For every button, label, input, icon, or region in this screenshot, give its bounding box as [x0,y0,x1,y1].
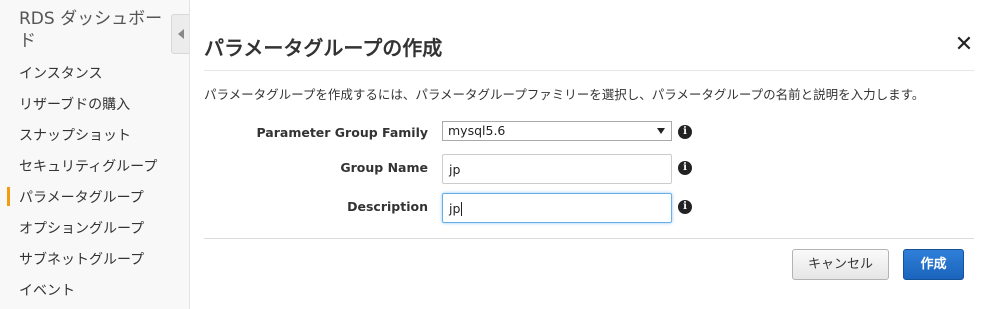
info-icon[interactable]: i [678,200,692,214]
sidebar-item-option-groups[interactable]: オプショングループ [19,220,144,238]
create-parameter-group-dialog: パラメータグループの作成 ✕ パラメータグループを作成するには、パラメータグルー… [192,0,991,309]
sidebar: RDS ダッシュボード インスタンス リザーブドの購入 スナップショット セキュ… [0,0,190,309]
sidebar-item-events[interactable]: イベント [19,282,75,300]
sidebar-item-subnet-groups[interactable]: サブネットグループ [19,251,144,269]
dialog-title: パラメータグループの作成 [204,36,443,60]
sidebar-item-reserved-purchase[interactable]: リザーブドの購入 [19,96,130,114]
group-name-label: Group Name [340,160,428,175]
sidebar-item-snapshots[interactable]: スナップショット [19,127,131,145]
description-label: Description [347,199,428,214]
description-value: jp [449,201,461,216]
info-icon[interactable]: i [678,125,692,139]
divider [204,238,974,239]
group-name-value: jp [449,162,461,177]
sidebar-item-parameter-groups[interactable]: パラメータグループ [19,189,144,207]
sidebar-collapse-button[interactable] [171,14,189,54]
family-label: Parameter Group Family [256,125,428,140]
sidebar-item-security-groups[interactable]: セキュリティグループ [19,158,157,176]
sidebar-title[interactable]: RDS ダッシュボード [19,8,179,52]
create-button[interactable]: 作成 [903,249,964,280]
sidebar-item-instances[interactable]: インスタンス [19,65,102,83]
description-input[interactable]: jp [442,193,672,223]
text-cursor [461,202,463,216]
chevron-left-icon [177,29,184,39]
caret-down-icon [657,128,665,134]
group-name-input[interactable]: jp [442,154,672,184]
family-select[interactable]: mysql5.6 [442,121,672,141]
active-indicator [7,187,10,206]
info-icon[interactable]: i [678,161,692,175]
family-select-value: mysql5.6 [448,123,506,138]
cancel-button[interactable]: キャンセル [792,249,889,280]
dialog-description: パラメータグループを作成するには、パラメータグループファミリーを選択し、パラメー… [204,87,925,102]
divider [204,70,974,71]
close-icon[interactable]: ✕ [954,34,974,56]
